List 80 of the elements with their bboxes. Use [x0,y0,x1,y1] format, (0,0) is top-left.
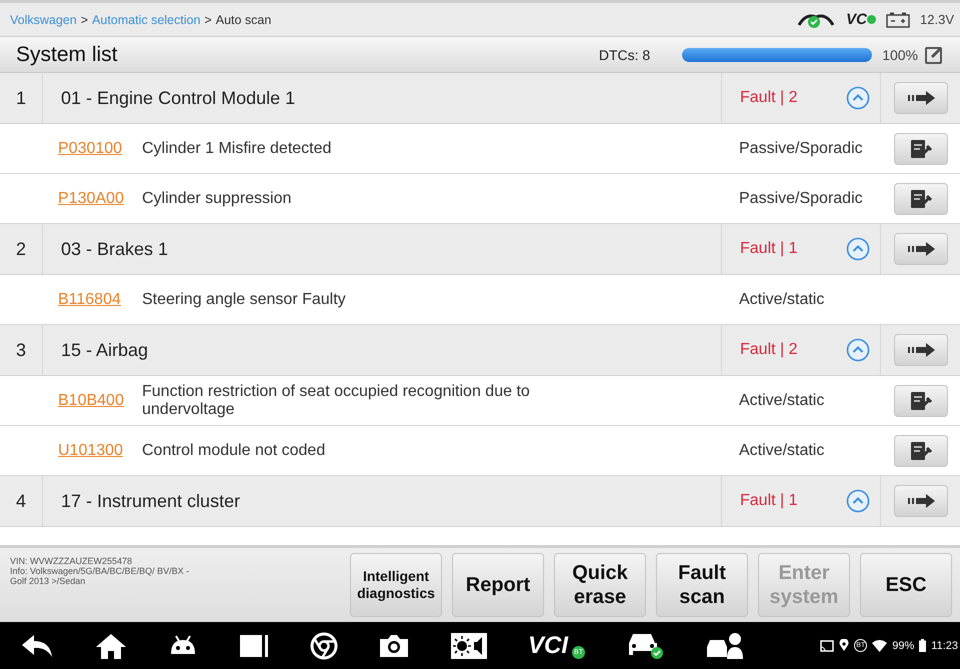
dtc-count: DTCs: 8 [598,46,650,62]
clock: 11:23 [931,640,958,652]
enter-system-button[interactable] [894,334,948,366]
battery-level-icon [919,639,926,652]
system-name: 17 - Instrument cluster [60,490,242,512]
brightness-volume-icon[interactable] [450,632,488,660]
collapse-icon[interactable] [846,489,870,513]
breadcrumb-current: Auto scan [216,12,272,26]
system-index: 3 [0,325,43,375]
breadcrumb-separator: > [204,12,212,26]
dtc-status: Active/static [738,442,826,460]
collapse-icon[interactable] [846,237,870,261]
arrow-icon [906,343,936,357]
dtc-description: Cylinder 1 Misfire detected [142,138,332,158]
document-wrench-icon [910,138,932,158]
dtc-description: Cylinder suppression [142,188,292,208]
system-index: 1 [0,73,43,123]
repair-info-button[interactable] [894,182,948,214]
breadcrumb-separator: > [80,12,88,26]
dtc-code-link[interactable]: U101300 [0,442,142,460]
fault-status: Fault | 2 [740,341,798,359]
system-name: 01 - Engine Control Module 1 [60,86,296,110]
recent-apps-icon[interactable] [238,632,270,658]
system-name: 15 - Airbag [60,338,150,362]
dtc-code-link[interactable]: P030100 [0,140,142,158]
fault-status: Fault | 1 [740,492,798,510]
dtc-description: Steering angle sensor Faulty [142,290,347,310]
vci-logo: VC [846,11,876,28]
repair-info-button[interactable] [894,384,948,416]
action-button[interactable]: Fault scan [656,553,748,617]
action-button[interactable]: Report [452,553,544,617]
vci-app-icon[interactable]: VCI [528,632,572,660]
enter-system-button[interactable] [894,485,948,517]
dtc-status: Active/static [738,392,826,410]
edit-icon[interactable] [924,44,944,64]
collapse-icon[interactable] [846,338,870,362]
repair-info-button[interactable] [894,434,948,466]
fault-status: Fault | 2 [740,89,798,107]
dtc-code-link[interactable]: B116804 [0,290,142,308]
document-wrench-icon [910,188,932,208]
cast-icon [820,640,834,652]
dtc-description: Control module not coded [142,440,326,460]
system-name: 03 - Brakes 1 [60,238,170,260]
system-index: 2 [0,224,43,274]
battery-icon [886,12,910,28]
arrow-icon [906,242,936,256]
back-icon[interactable] [20,632,54,658]
breadcrumb-link[interactable]: Volkswagen [10,12,77,26]
dtc-code-link[interactable]: P130A00 [0,190,142,208]
fault-status: Fault | 1 [740,240,798,258]
arrow-icon [906,494,936,508]
car-technician-icon[interactable] [705,630,746,660]
repair-info-button[interactable] [894,132,948,164]
breadcrumb-link[interactable]: Automatic selection [92,12,200,26]
enter-system-button[interactable] [894,233,948,265]
collapse-icon[interactable] [846,86,870,110]
action-button[interactable]: Quick erase [554,553,646,617]
browser-icon[interactable] [310,632,338,660]
location-icon [839,639,850,652]
arrow-icon [906,91,936,105]
home-icon[interactable] [94,632,128,660]
action-button[interactable]: Intelligent diagnostics [350,553,442,617]
page-title: System list [16,42,119,66]
action-button[interactable]: ESC [860,553,952,617]
system-index: 4 [0,476,43,526]
document-wrench-icon [910,440,932,460]
dtc-status: Passive/Sporadic [738,140,864,158]
vin-text: VIN: WVWZZZAUZEW255478 [10,556,134,566]
dtc-status: Passive/Sporadic [738,190,864,208]
enter-system-button[interactable] [894,82,948,114]
camera-icon[interactable] [378,632,410,658]
dtc-description: Function restriction of seat occupied recognition due to undervoltage [142,382,531,420]
battery-percent: 99% [892,640,914,652]
document-wrench-icon [910,390,932,410]
voltage-reading: 12.3V [920,12,954,27]
wifi-icon [872,640,888,652]
progress-percent: 100% [882,46,918,62]
dtc-status: Active/static [738,290,826,308]
dtc-code-link[interactable]: B10B400 [0,392,142,410]
vehicle-info-text: Info: Volkswagen/5G/BA/BC/BE/BQ/ BV/BX - Golf 2013 >/Sedan [10,566,190,586]
